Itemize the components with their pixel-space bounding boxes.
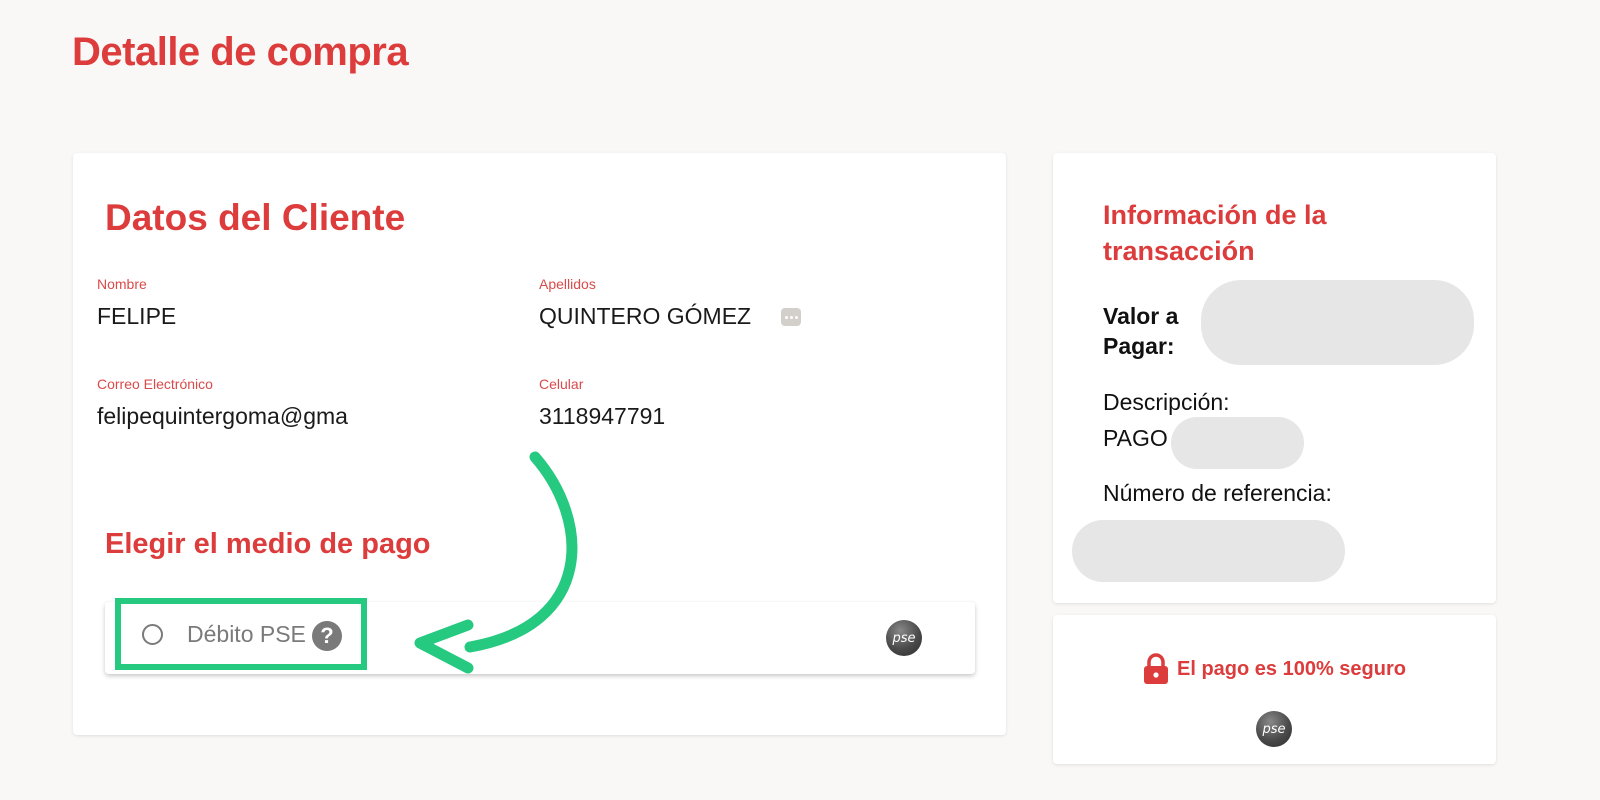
descripcion-label: Descripción: xyxy=(1103,389,1230,415)
more-options-icon[interactable] xyxy=(781,308,801,326)
page-title: Detalle de compra xyxy=(72,30,409,74)
annotation-highlight-box xyxy=(115,598,367,670)
celular-value: 3118947791 xyxy=(539,403,666,429)
secure-row: El pago es 100% seguro xyxy=(1053,653,1496,685)
descripcion-redacted xyxy=(1171,417,1304,469)
pse-logo-text: pse xyxy=(892,630,916,646)
apellidos-label: Apellidos xyxy=(539,276,596,292)
lock-icon xyxy=(1144,653,1168,684)
descripcion-value: PAGO xyxy=(1103,425,1168,451)
referencia-redacted xyxy=(1072,520,1345,582)
payment-section-title: Elegir el medio de pago xyxy=(105,528,431,560)
nombre-value: FELIPE xyxy=(97,303,177,329)
referencia-label: Número de referencia: xyxy=(1103,480,1332,506)
pse-logo-footer-text: pse xyxy=(1262,721,1286,737)
apellidos-value: QUINTERO GÓMEZ xyxy=(539,303,752,329)
payment-method-pse[interactable]: Débito PSE ? pse xyxy=(105,598,975,674)
pse-logo-footer: pse xyxy=(1256,711,1292,747)
nombre-label: Nombre xyxy=(97,276,147,292)
transaction-title: Información de la transacción xyxy=(1103,200,1327,266)
pse-logo: pse xyxy=(886,620,922,656)
email-value: felipequintergoma@gma xyxy=(97,403,348,429)
client-section-title: Datos del Cliente xyxy=(105,197,406,238)
secure-payment-card: El pago es 100% seguro pse xyxy=(1053,615,1496,764)
transaction-card: Información de la transacción Valor a Pa… xyxy=(1053,153,1496,603)
secure-text: El pago es 100% seguro xyxy=(1177,657,1406,680)
valor-redacted xyxy=(1201,280,1474,365)
celular-label: Celular xyxy=(539,376,584,392)
email-label: Correo Electrónico xyxy=(97,376,213,392)
valor-label: Valor a Pagar: xyxy=(1103,303,1179,359)
client-card: Datos del Cliente Nombre FELIPE Apellido… xyxy=(73,153,1006,735)
